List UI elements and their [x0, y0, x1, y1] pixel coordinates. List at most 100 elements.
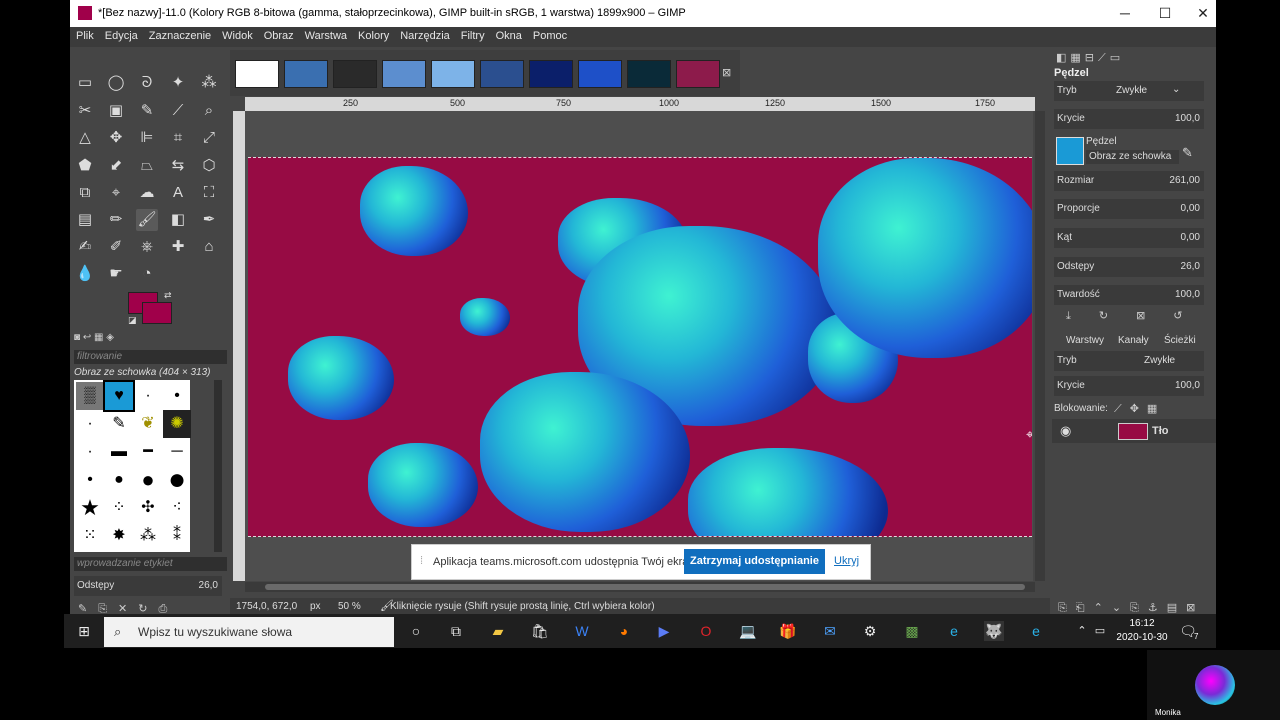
tab-layers[interactable]: Warstwy: [1066, 335, 1104, 346]
brush-spacing-field[interactable]: Odstępy 26,0: [74, 576, 222, 596]
brush-item[interactable]: ●: [134, 466, 162, 494]
battery-icon[interactable]: ▭: [1090, 621, 1110, 641]
brush-item[interactable]: ⁖: [163, 494, 191, 522]
default-colors-icon[interactable]: ◪: [128, 315, 137, 326]
minecraft-icon[interactable]: ▩: [902, 621, 922, 641]
brush-item[interactable]: ▬: [105, 438, 133, 466]
mypaint-icon[interactable]: ✐: [105, 236, 127, 258]
measure-icon[interactable]: △: [74, 127, 96, 149]
hide-banner-link[interactable]: Ukryj: [834, 555, 859, 567]
airbrush-icon[interactable]: ✒: [198, 209, 220, 231]
image-tab[interactable]: [627, 60, 671, 88]
brush-item[interactable]: ·: [76, 410, 104, 438]
opera-icon[interactable]: O: [696, 621, 716, 641]
move-icon[interactable]: ✥: [105, 127, 127, 149]
transform-icon[interactable]: ⤢: [198, 127, 220, 149]
menu-narzedzia[interactable]: Narzędzia: [394, 27, 455, 42]
ellipse-select-icon[interactable]: ◯: [105, 72, 127, 94]
align-icon[interactable]: ⊫: [136, 127, 158, 149]
clone-icon[interactable]: ⎈: [136, 236, 158, 258]
gimp-taskbar-icon[interactable]: 🐺: [984, 621, 1004, 641]
unit-select[interactable]: px: [310, 601, 321, 612]
eye-icon[interactable]: ◉: [1060, 423, 1071, 439]
background-color-swatch[interactable]: [142, 302, 172, 324]
brush-item[interactable]: ✣: [134, 494, 162, 522]
dock-tab-icons[interactable]: ◧▦⊟⟋▭: [1056, 51, 1124, 65]
close-tab-icon[interactable]: ⊠: [722, 66, 731, 79]
edge-icon-2[interactable]: e: [1026, 621, 1046, 641]
aspect-field[interactable]: Proporcje 0,00: [1054, 199, 1204, 219]
brush-item-selected[interactable]: ♥: [103, 380, 135, 412]
fuzzy-select-icon[interactable]: ✦: [167, 72, 189, 94]
brush-grid[interactable]: ▒ ♥ · • · ✎ ❦ ✺ · ▬ ━ ─ • ● ● ● ★ ⁘ ✣ ⁖ …: [74, 380, 191, 552]
tab-channels[interactable]: Kanały: [1118, 335, 1149, 346]
menu-zaznaczenie[interactable]: Zaznaczenie: [143, 27, 216, 42]
gradient-icon[interactable]: ▤: [74, 209, 96, 231]
brush-filter-input[interactable]: filtrowanie: [74, 350, 227, 364]
handle-transform-icon[interactable]: ⌖: [105, 182, 127, 204]
color-select-icon[interactable]: ⁂: [198, 72, 220, 94]
brush-preview[interactable]: [1056, 137, 1084, 165]
crop-icon[interactable]: ⌗: [167, 127, 189, 149]
image-tab[interactable]: [235, 60, 279, 88]
image-tab[interactable]: [480, 60, 524, 88]
size-field[interactable]: Rozmiar 261,00: [1054, 171, 1204, 191]
brush-item[interactable]: ●: [105, 466, 133, 494]
scissors-icon[interactable]: ✂: [74, 100, 96, 122]
pencil-icon[interactable]: ✏: [105, 209, 127, 231]
image-tab[interactable]: [382, 60, 426, 88]
maximize-icon[interactable]: ☐: [1150, 4, 1180, 24]
minimize-icon[interactable]: ─: [1110, 4, 1140, 24]
opacity-field[interactable]: Krycie 100,0: [1054, 109, 1204, 129]
menu-widok[interactable]: Widok: [216, 27, 258, 42]
edit-brush-icon[interactable]: ✎: [1182, 145, 1193, 161]
laptop-icon[interactable]: 💻: [738, 621, 758, 641]
image-canvas[interactable]: ⌖: [248, 157, 1032, 537]
brush-item[interactable]: ⁘: [105, 494, 133, 522]
zoom-icon[interactable]: ⌕: [198, 100, 220, 122]
paintbrush-icon[interactable]: 🖌: [136, 209, 158, 231]
layer-mode-select[interactable]: Tryb Zwykłe: [1054, 351, 1204, 371]
brush-item[interactable]: ✸: [105, 522, 133, 550]
image-tab-active[interactable]: [676, 60, 720, 88]
hardness-field[interactable]: Twardość 100,0: [1054, 285, 1204, 305]
taskbar-search[interactable]: ⌕ Wpisz tu wyszukiwane słowa: [104, 617, 394, 647]
mail-icon[interactable]: ✉: [820, 621, 840, 641]
brush-item[interactable]: ·: [134, 382, 162, 410]
image-tab[interactable]: [529, 60, 573, 88]
shear-icon[interactable]: ⬋: [105, 155, 127, 177]
unified-transform-icon[interactable]: ⧉: [74, 182, 96, 204]
foreground-select-icon[interactable]: ▣: [105, 100, 127, 122]
blur-icon[interactable]: 💧: [74, 263, 96, 285]
cage-icon[interactable]: ⬡: [198, 155, 220, 177]
warp-icon[interactable]: ⬟: [74, 155, 96, 177]
firefox-icon[interactable]: ◕: [614, 621, 634, 641]
heal-icon[interactable]: ✚: [167, 236, 189, 258]
paths-icon[interactable]: ✎: [136, 100, 158, 122]
media-player-icon[interactable]: ▶: [654, 621, 674, 641]
menu-kolory[interactable]: Kolory: [352, 27, 394, 42]
stop-sharing-button[interactable]: Zatrzymaj udostępnianie: [684, 549, 825, 574]
image-tab[interactable]: [284, 60, 328, 88]
text-icon[interactable]: A: [167, 182, 189, 204]
menu-filtry[interactable]: Filtry: [455, 27, 490, 42]
menu-edycja[interactable]: Edycja: [99, 27, 143, 42]
chevron-down-icon[interactable]: ⌄: [1172, 84, 1180, 95]
ink-icon[interactable]: ✍: [74, 236, 96, 258]
file-explorer-icon[interactable]: ▰: [488, 621, 508, 641]
angle-field[interactable]: Kąt 0,00: [1054, 228, 1204, 248]
task-view-icon[interactable]: ⧉: [446, 621, 466, 641]
gift-icon[interactable]: 🎁: [778, 621, 798, 641]
color-picker-icon[interactable]: ⟋: [167, 100, 189, 122]
brushes-tab-icons[interactable]: ◙ ↩ ▦ ◈: [74, 332, 224, 346]
brush-item[interactable]: ─: [163, 438, 191, 466]
brush-item[interactable]: ━: [134, 438, 162, 466]
vertical-scrollbar[interactable]: [1035, 111, 1045, 581]
smudge-icon[interactable]: ☛: [105, 263, 127, 285]
perspective-clone-icon[interactable]: ⌂: [198, 236, 220, 258]
image-tab[interactable]: [431, 60, 475, 88]
rect-select-icon[interactable]: ▭: [74, 72, 96, 94]
menu-okna[interactable]: Okna: [490, 27, 527, 42]
steam-icon[interactable]: ⚙: [860, 621, 880, 641]
menu-pomoc[interactable]: Pomoc: [527, 27, 572, 42]
